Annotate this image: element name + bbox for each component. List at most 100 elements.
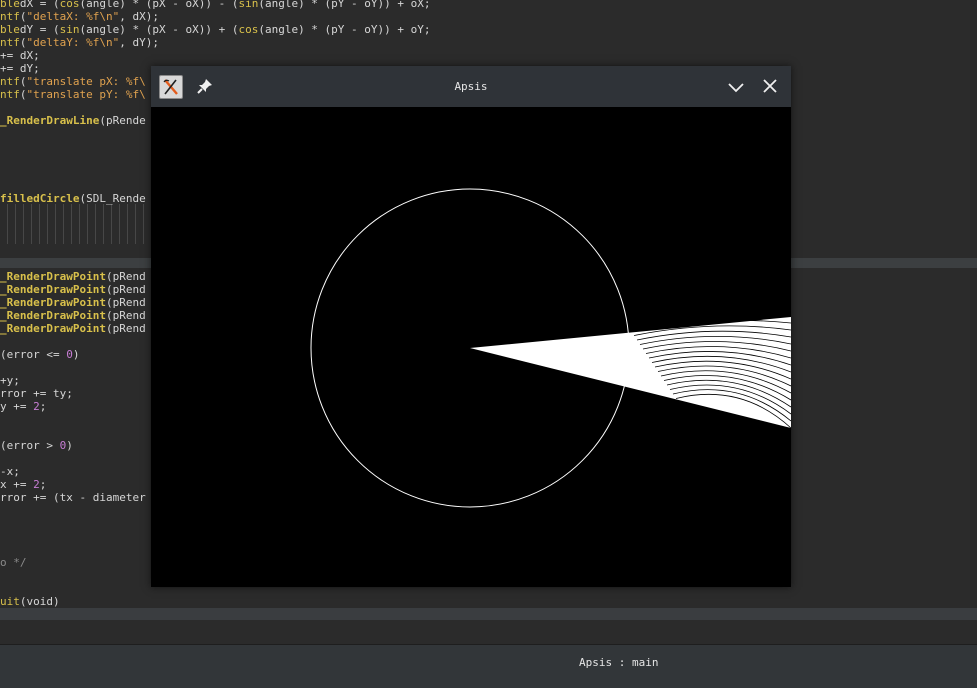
code-line: rror += (tx - diameter [0, 491, 146, 504]
code-line: filledCircle(SDL_Rende [0, 192, 146, 205]
code-token: _RenderDrawPoint [0, 270, 106, 283]
code-line: _RenderDrawPoint(pRend [0, 296, 146, 309]
code-token: rror += ty; [0, 387, 73, 400]
code-line: _RenderDrawLine(pRende [0, 114, 146, 127]
code-token: , dY); [119, 36, 159, 49]
code-line: rror += ty; [0, 387, 73, 400]
code-token: (error > [0, 439, 60, 452]
code-token: +y; [0, 374, 20, 387]
status-text: Apsis : main [579, 656, 659, 669]
indent-guides [0, 204, 150, 244]
code-token: cos [238, 23, 259, 36]
code-token: (angle) * (pX - oX)) + ( [79, 23, 239, 36]
code-line: (error <= 0) [0, 348, 79, 361]
code-token: ( [19, 36, 27, 49]
code-line: bledY = (sin(angle) * (pX - oX)) + (cos(… [0, 23, 431, 36]
code-line: += dY; [0, 62, 40, 75]
code-token: (angle) * (pY - oY)) + oY; [258, 23, 431, 36]
code-token: ( [19, 88, 27, 101]
code-token: += dX; [0, 49, 40, 62]
code-token: _RenderDrawPoint [0, 296, 106, 309]
code-line: ntf("translate pY: %f\ [0, 88, 146, 101]
code-line: uit(void) [0, 595, 60, 608]
apsis-window[interactable]: Apsis [151, 66, 792, 587]
code-token: 0 [66, 348, 73, 361]
code-line: (error > 0) [0, 439, 73, 452]
code-token: , dX); [119, 10, 159, 23]
code-token: "deltaX: %f\n" [26, 10, 120, 23]
code-token: dX = ( [19, 0, 60, 10]
pin-icon[interactable] [195, 76, 215, 96]
code-token: (angle) * (pX - oX)) - ( [79, 0, 239, 10]
code-token: ntf [0, 36, 20, 49]
code-token: "deltaY: %f\n" [26, 36, 120, 49]
code-token: (pRend [105, 296, 146, 309]
editor-gutter-bottom [0, 620, 977, 644]
code-token: _RenderDrawPoint [0, 283, 106, 296]
code-token: ntf [0, 10, 20, 23]
code-token: dY = ( [19, 23, 60, 36]
code-line: +y; [0, 374, 20, 387]
code-line: _RenderDrawPoint(pRend [0, 322, 146, 335]
code-token: 2 [33, 478, 40, 491]
code-token: ble [0, 23, 20, 36]
code-token: ; [39, 478, 47, 491]
code-token: ) [66, 439, 73, 452]
close-icon[interactable] [761, 77, 779, 95]
horizontal-scrollbar[interactable] [0, 608, 977, 620]
code-line: += dX; [0, 49, 40, 62]
code-token: "translate pY: %f\ [26, 88, 146, 101]
code-token: 2 [33, 400, 40, 413]
status-bar: Apsis : main [0, 644, 977, 688]
code-token: (void) [19, 595, 60, 608]
app-logo-icon [159, 75, 183, 99]
code-token: (angle) * (pY - oY)) + oX; [258, 0, 431, 10]
code-line: ntf("deltaY: %f\n", dY); [0, 36, 159, 49]
chevron-down-icon[interactable] [727, 78, 745, 96]
code-token: ntf [0, 75, 20, 88]
code-token: uit [0, 595, 20, 608]
code-token: += dY; [0, 62, 40, 75]
code-token: o */ [0, 556, 27, 569]
code-token: ; [39, 400, 47, 413]
code-token: (pRend [105, 283, 146, 296]
code-token: _RenderDrawPoint [0, 309, 106, 322]
code-line: _RenderDrawPoint(pRend [0, 309, 146, 322]
canvas-drawing [310, 188, 792, 508]
code-token: filledCircle [0, 192, 80, 205]
code-token: ) [72, 348, 80, 361]
code-token: ( [19, 10, 27, 23]
code-token: (SDL_Rende [79, 192, 146, 205]
code-token: _RenderDrawPoint [0, 322, 106, 335]
code-line: y += 2; [0, 400, 46, 413]
code-token: (pRend [105, 270, 146, 283]
code-token: ( [19, 75, 27, 88]
code-token: (pRend [105, 322, 146, 335]
code-token: y += [0, 400, 34, 413]
code-line: ntf("translate pX: %f\ [0, 75, 146, 88]
window-title: Apsis [454, 80, 488, 93]
code-token: cos [59, 0, 80, 10]
code-line: x += 2; [0, 478, 46, 491]
code-token: sin [238, 0, 259, 10]
window-titlebar[interactable]: Apsis [151, 66, 791, 107]
code-line: _RenderDrawPoint(pRend [0, 283, 146, 296]
code-token: x += [0, 478, 34, 491]
code-token: _RenderDrawLine [0, 114, 100, 127]
code-line: -x; [0, 465, 20, 478]
code-line: o */ [0, 556, 27, 569]
filled-wedge [470, 317, 791, 428]
code-line: ntf("deltaX: %f\n", dX); [0, 10, 159, 23]
code-token: (pRende [99, 114, 146, 127]
code-token: (pRend [105, 309, 146, 322]
code-line: _RenderDrawPoint(pRend [0, 270, 146, 283]
code-token: -x; [0, 465, 20, 478]
code-token: (error <= [0, 348, 67, 361]
code-token: rror += (tx - diameter [0, 491, 146, 504]
render-canvas[interactable] [151, 107, 792, 587]
code-token: sin [59, 23, 80, 36]
code-line: bledX = (cos(angle) * (pX - oX)) - (sin(… [0, 0, 431, 10]
code-token: "translate pX: %f\ [26, 75, 146, 88]
code-token: ntf [0, 88, 20, 101]
code-token: ble [0, 0, 20, 10]
